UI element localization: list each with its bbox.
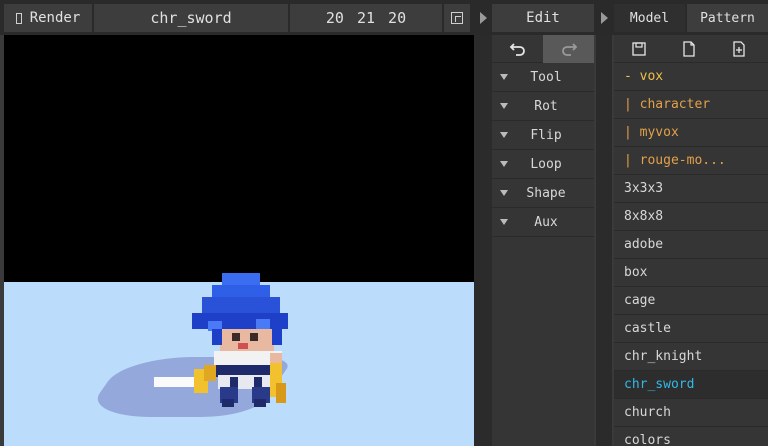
model-item[interactable]: 8x8x8 (614, 203, 768, 231)
edit-item-rot[interactable]: Rot (492, 92, 594, 121)
model-item[interactable]: castle (614, 315, 768, 343)
tab-pattern[interactable]: Pattern (687, 4, 768, 32)
save-icon (632, 41, 646, 56)
top-bar: Render chr_sword 20 21 20 Edit Model Pat… (0, 0, 768, 35)
folder-item-rouge[interactable]: | rouge-mo... (614, 147, 768, 175)
undo-button[interactable] (492, 35, 543, 63)
render-toggle[interactable]: Render (4, 4, 92, 32)
edit-panel-title: Edit (492, 4, 594, 32)
expand-triangle-icon (500, 132, 508, 138)
edit-item-shape[interactable]: Shape (492, 179, 594, 208)
expand-triangle-icon (500, 103, 508, 109)
expand-triangle-icon (500, 219, 508, 225)
expand-triangle-icon (500, 74, 508, 80)
model-item[interactable]: box (614, 259, 768, 287)
undo-icon (509, 43, 525, 56)
redo-icon (561, 43, 577, 56)
redo-button[interactable] (543, 35, 594, 63)
tab-model[interactable]: Model (614, 4, 685, 32)
new-file-icon (683, 40, 695, 57)
edit-item-label: Loop (530, 156, 562, 172)
edit-item-flip[interactable]: Flip (492, 121, 594, 150)
edit-item-label: Aux (534, 214, 558, 230)
add-file-button[interactable] (730, 40, 748, 58)
expand-triangle-icon (500, 161, 508, 167)
model-panel-gutter (596, 35, 612, 446)
expand-triangle-icon (500, 190, 508, 196)
edit-item-label: Shape (526, 185, 566, 201)
model-item[interactable]: church (614, 399, 768, 427)
edit-item-label: Tool (530, 69, 562, 85)
model-panel: - vox | character | myvox | rouge-mo... … (614, 35, 768, 446)
edit-item-aux[interactable]: Aux (492, 208, 594, 237)
edit-item-label: Rot (534, 98, 558, 114)
view-mode-button[interactable] (444, 4, 470, 32)
folder-item-myvox[interactable]: | myvox (614, 119, 768, 147)
edit-item-tool[interactable]: Tool (492, 63, 594, 92)
edit-panel-gutter (474, 35, 492, 446)
new-file-button[interactable] (680, 40, 698, 58)
view-mode-icon (451, 12, 463, 24)
edit-item-loop[interactable]: Loop (492, 150, 594, 179)
voxel-character (154, 273, 304, 413)
folder-item-vox[interactable]: - vox (614, 63, 768, 91)
model-item[interactable]: 3x3x3 (614, 175, 768, 203)
folder-item-character[interactable]: | character (614, 91, 768, 119)
file-actions-row (614, 35, 768, 63)
model-item[interactable]: colors (614, 427, 768, 446)
model-item[interactable]: adobe (614, 231, 768, 259)
render-label: Render (29, 10, 81, 26)
collapse-edit-arrow-icon[interactable] (480, 12, 487, 24)
collapse-model-arrow-icon[interactable] (601, 12, 608, 24)
edit-panel: Tool Rot Flip Loop Shape Aux (492, 35, 594, 446)
render-checkbox-icon[interactable] (15, 12, 22, 24)
model-name: chr_sword (94, 4, 288, 32)
edit-item-label: Flip (530, 127, 562, 143)
save-button[interactable] (630, 40, 648, 58)
model-item[interactable]: cage (614, 287, 768, 315)
3d-viewport[interactable] (4, 35, 474, 446)
model-item[interactable]: chr_knight (614, 343, 768, 371)
model-item-selected[interactable]: chr_sword (614, 371, 768, 399)
undo-redo-row (492, 35, 594, 63)
add-file-icon (733, 40, 745, 57)
model-dimensions: 20 21 20 (290, 4, 442, 32)
